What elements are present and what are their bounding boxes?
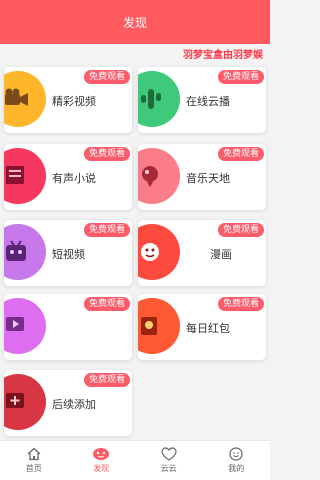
tab-label: 我的 (228, 464, 245, 473)
card-featured-videos[interactable]: 免费观看 精彩视频 (4, 67, 132, 133)
card-audio-novels[interactable]: 免费观看 有声小说 (4, 144, 132, 210)
free-watch-badge: 免费观看 (217, 70, 264, 84)
music-balloon-icon (138, 148, 180, 204)
free-watch-badge: 免费观看 (83, 373, 130, 387)
free-watch-badge: 免费观看 (217, 297, 264, 311)
bottom-tab-bar: 首页 发现 云云 我的 (0, 440, 270, 480)
tab-home[interactable]: 首页 (0, 441, 68, 480)
free-watch-badge: 免费观看 (83, 70, 130, 84)
free-watch-badge: 免费观看 (217, 147, 264, 161)
page-title: 发现 (122, 15, 147, 30)
smile-icon (229, 447, 243, 461)
card-comics[interactable]: 免费观看 漫画 (138, 220, 266, 286)
top-bar: 发现 (0, 0, 270, 44)
card-label: 短视频 (52, 248, 85, 261)
home-icon (27, 447, 41, 461)
tab-profile[interactable]: 我的 (203, 441, 271, 480)
tab-cloud[interactable]: 云云 (135, 441, 203, 480)
card-coming-soon[interactable]: 免费观看 后续添加 (4, 370, 132, 436)
card-label: 每日红包 (186, 322, 230, 335)
card-music-world[interactable]: 免费观看 音乐天地 (138, 144, 266, 210)
card-playback[interactable]: 免费观看 (4, 294, 132, 360)
discover-icon (93, 448, 110, 460)
cactus-icon (138, 71, 180, 127)
free-watch-badge: 免费观看 (217, 223, 264, 237)
card-label: 有声小说 (52, 172, 96, 185)
red-envelope-icon (138, 298, 180, 354)
cartoon-face-icon (138, 224, 180, 280)
card-label: 漫画 (210, 248, 232, 261)
play-icon (4, 298, 46, 354)
card-daily-red-envelope[interactable]: 免费观看 每日红包 (138, 294, 266, 360)
tab-label: 发现 (93, 464, 110, 473)
free-watch-badge: 免费观看 (83, 147, 130, 161)
marquee-text: 羽梦宝盒由羽梦娱 (183, 50, 263, 61)
tab-discover[interactable]: 发现 (68, 441, 136, 480)
robot-tv-icon (4, 224, 46, 280)
plus-box-icon (4, 374, 46, 430)
card-short-videos[interactable]: 免费观看 短视频 (4, 220, 132, 286)
free-watch-badge: 免费观看 (83, 223, 130, 237)
video-camera-icon (4, 71, 46, 127)
card-label: 精彩视频 (52, 95, 96, 108)
heart-icon (161, 447, 177, 461)
tab-label: 云云 (160, 464, 177, 473)
free-watch-badge: 免费观看 (83, 297, 130, 311)
card-label: 后续添加 (52, 398, 96, 411)
card-online-streaming[interactable]: 免费观看 在线云播 (138, 67, 266, 133)
card-label: 音乐天地 (186, 172, 230, 185)
announcement-marquee: 羽梦宝盒由羽梦娱 (0, 44, 270, 62)
card-label: 在线云播 (186, 95, 230, 108)
book-icon (4, 148, 46, 204)
tab-label: 首页 (25, 464, 42, 473)
